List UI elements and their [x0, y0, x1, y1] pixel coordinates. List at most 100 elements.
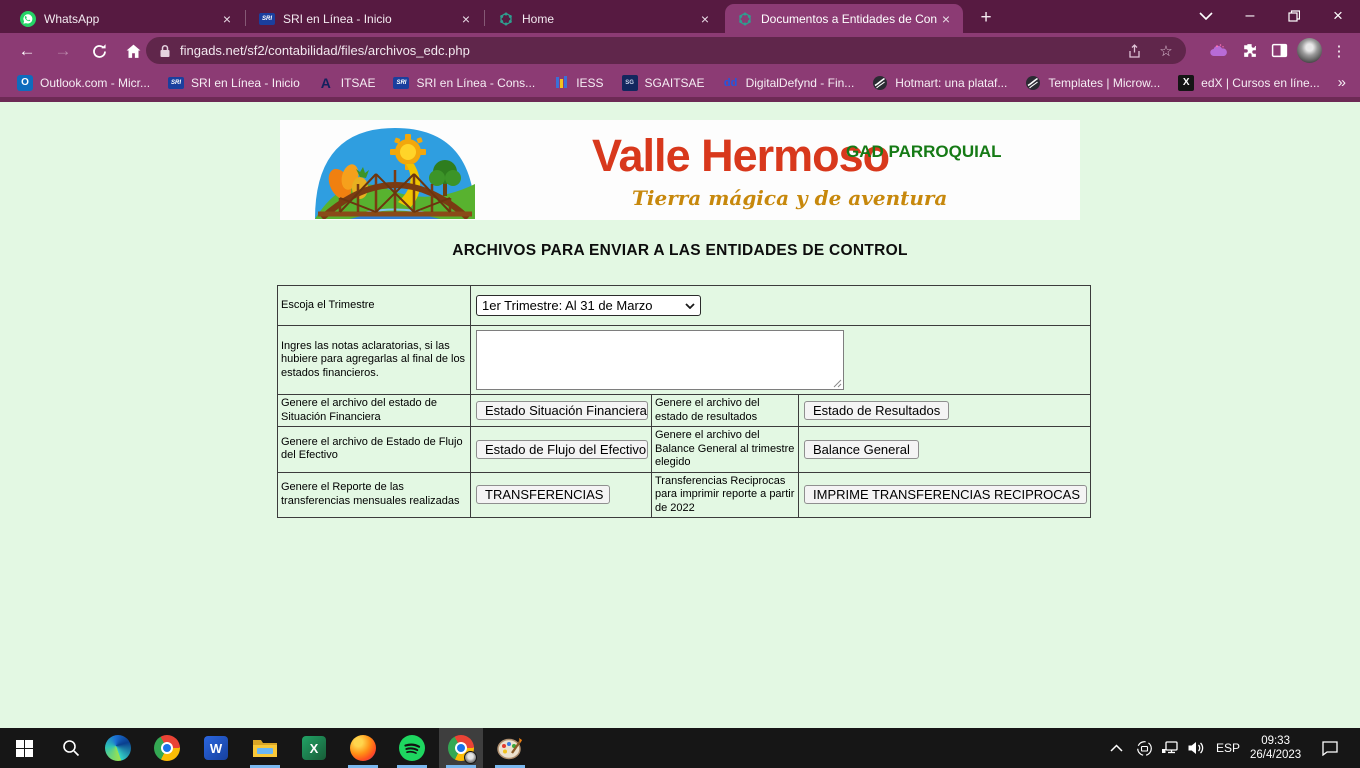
bookmark-sri-inicio[interactable]: SRI SRI en Línea - Inicio [159, 71, 309, 95]
tab-label: SRI en Línea - Inicio [283, 12, 457, 26]
tab-close-icon[interactable]: × [457, 10, 475, 28]
fingads-wreath-icon [498, 11, 514, 27]
imprime-transferencias-reciprocas-button[interactable]: IMPRIME TRANSFERENCIAS RECIPROCAS [804, 485, 1087, 504]
new-tab-button[interactable]: + [973, 5, 999, 31]
taskbar-chrome-profile-icon-active[interactable] [439, 728, 483, 768]
tab-home[interactable]: Home × [486, 4, 722, 33]
tab-separator [484, 10, 485, 26]
iess-icon [553, 75, 569, 91]
taskbar-spotify-icon[interactable] [390, 728, 434, 768]
refresh-icon[interactable] [86, 38, 112, 64]
tab-search-chevron-icon[interactable] [1184, 0, 1228, 32]
tray-network-icon[interactable] [1158, 728, 1182, 768]
bookmark-label: SRI en Línea - Cons... [416, 76, 535, 90]
browser-window: WhatsApp × SRI SRI en Línea - Inicio × H… [0, 0, 1360, 768]
bookmark-hotmart[interactable]: Hotmart: una plataf... [863, 71, 1016, 95]
tab-separator [245, 10, 246, 26]
tray-cast-icon[interactable] [1132, 728, 1156, 768]
bookmark-label: SRI en Línea - Inicio [191, 76, 300, 90]
taskbar-excel-icon[interactable]: X [292, 728, 336, 768]
forward-icon[interactable]: → [50, 38, 76, 64]
digitaldefynd-icon: dd [723, 75, 739, 91]
taskbar-search-icon[interactable] [49, 728, 93, 768]
bookmark-sri-consultas[interactable]: SRI SRI en Línea - Cons... [384, 71, 544, 95]
bookmark-star-icon[interactable]: ☆ [1154, 39, 1178, 63]
url-text[interactable]: fingads.net/sf2/contabilidad/files/archi… [180, 43, 1122, 58]
trimestre-label: Escoja el Trimestre [278, 286, 471, 326]
sgaitsae-icon: SG [622, 75, 638, 91]
globe-icon [872, 75, 888, 91]
tab-sri-inicio[interactable]: SRI SRI en Línea - Inicio × [247, 4, 483, 33]
taskbar-word-icon[interactable]: W [194, 728, 238, 768]
address-bar[interactable]: fingads.net/sf2/contabilidad/files/archi… [146, 37, 1186, 64]
bookmarks-overflow-icon[interactable]: » [1338, 68, 1346, 97]
valle-hermoso-banner: Valle Hermoso GAD PARROQUIAL Tierra mági… [280, 120, 1080, 220]
taskbar-firefox-icon[interactable] [341, 728, 385, 768]
table-row: Genere el archivo del estado de Situació… [278, 395, 1091, 427]
brand-org: GAD PARROQUIAL [846, 142, 1002, 162]
edx-icon: X [1178, 75, 1194, 91]
bookmark-edx[interactable]: X edX | Cursos en líne... [1169, 71, 1329, 95]
share-icon[interactable] [1122, 39, 1146, 63]
restore-button[interactable] [1272, 0, 1316, 32]
bookmark-digitaldefynd[interactable]: dd DigitalDefynd - Fin... [714, 71, 864, 95]
page-title: ARCHIVOS PARA ENVIAR A LAS ENTIDADES DE … [0, 242, 1360, 260]
tab-close-icon[interactable]: × [696, 10, 714, 28]
trimestre-select[interactable]: 1er Trimestre: Al 31 de Marzo [476, 295, 701, 316]
transferencias-button[interactable]: TRANSFERENCIAS [476, 485, 610, 504]
taskbar-chrome-icon[interactable] [145, 728, 189, 768]
bookmark-templates[interactable]: Templates | Microw... [1016, 71, 1169, 95]
balance-general-button[interactable]: Balance General [804, 440, 919, 459]
tab-close-icon[interactable]: × [937, 10, 955, 28]
bookmark-sgaitsae[interactable]: SG SGAITSAE [613, 71, 714, 95]
row-label: Genere el archivo del estado de Situació… [278, 395, 471, 427]
estado-de-resultados-button[interactable]: Estado de Resultados [804, 401, 949, 420]
tab-documentos-active[interactable]: Documentos a Entidades de Cont × [725, 4, 963, 33]
itsae-icon: A [318, 75, 334, 91]
taskbar-edge-icon[interactable] [96, 728, 140, 768]
browser-menu-kebab-icon[interactable]: ⋮ [1324, 36, 1354, 66]
row-label: Genere el archivo de Estado de Flujo del… [278, 427, 471, 473]
bookmark-label: ITSAE [341, 76, 376, 90]
bookmark-label: IESS [576, 76, 603, 90]
tab-whatsapp[interactable]: WhatsApp × [8, 4, 244, 33]
bookmark-label: edX | Cursos en líne... [1201, 76, 1320, 90]
browser-toolbar: ← → fingads.net/sf2/contabilidad/files/a… [0, 33, 1360, 68]
chevron-down-icon [685, 303, 695, 309]
close-window-button[interactable]: × [1316, 0, 1360, 32]
taskbar-paint-icon[interactable] [488, 728, 532, 768]
taskbar-file-explorer-icon[interactable] [243, 728, 287, 768]
back-icon[interactable]: ← [14, 38, 40, 64]
brand-title: Valle Hermoso [592, 130, 889, 182]
extension-cloud-icon[interactable] [1204, 36, 1234, 66]
table-row: Escoja el Trimestre 1er Trimestre: Al 31… [278, 286, 1091, 326]
bookmark-label: Outlook.com - Micr... [40, 76, 150, 90]
table-row: Ingres las notas aclaratorias, si las hu… [278, 326, 1091, 395]
home-icon[interactable] [120, 38, 146, 64]
sri-icon: SRI [259, 13, 275, 25]
estado-flujo-efectivo-button[interactable]: Estado de Flujo del Efectivo [476, 440, 648, 459]
clock[interactable]: 09:33 26/4/2023 [1242, 728, 1309, 768]
extensions-puzzle-icon[interactable] [1234, 36, 1264, 66]
profile-avatar[interactable] [1294, 36, 1324, 66]
tab-close-icon[interactable]: × [218, 10, 236, 28]
language-indicator[interactable]: ESP [1210, 728, 1246, 768]
tray-volume-icon[interactable] [1184, 728, 1208, 768]
resize-grip-icon[interactable] [833, 379, 842, 388]
minimize-button[interactable]: – [1228, 0, 1272, 32]
estado-situacion-financiera-button[interactable]: Estado Situación Financiera [476, 401, 648, 420]
row-label: Genere el archivo del estado de resultad… [652, 395, 799, 427]
start-button[interactable] [2, 728, 46, 768]
side-panel-icon[interactable] [1264, 36, 1294, 66]
tray-chevron-up-icon[interactable] [1110, 728, 1123, 768]
notification-center-icon[interactable] [1318, 728, 1342, 768]
bookmark-itsae[interactable]: A ITSAE [309, 71, 385, 95]
tray-time: 09:33 [1250, 734, 1301, 748]
notas-textarea[interactable] [476, 330, 844, 390]
bookmark-iess[interactable]: IESS [544, 71, 612, 95]
globe-icon [1025, 75, 1041, 91]
taskbar: W X [0, 728, 1360, 768]
bookmark-outlook[interactable]: O Outlook.com - Micr... [8, 71, 159, 95]
documents-table: Escoja el Trimestre 1er Trimestre: Al 31… [277, 285, 1091, 518]
bookmark-label: Hotmart: una plataf... [895, 76, 1007, 90]
